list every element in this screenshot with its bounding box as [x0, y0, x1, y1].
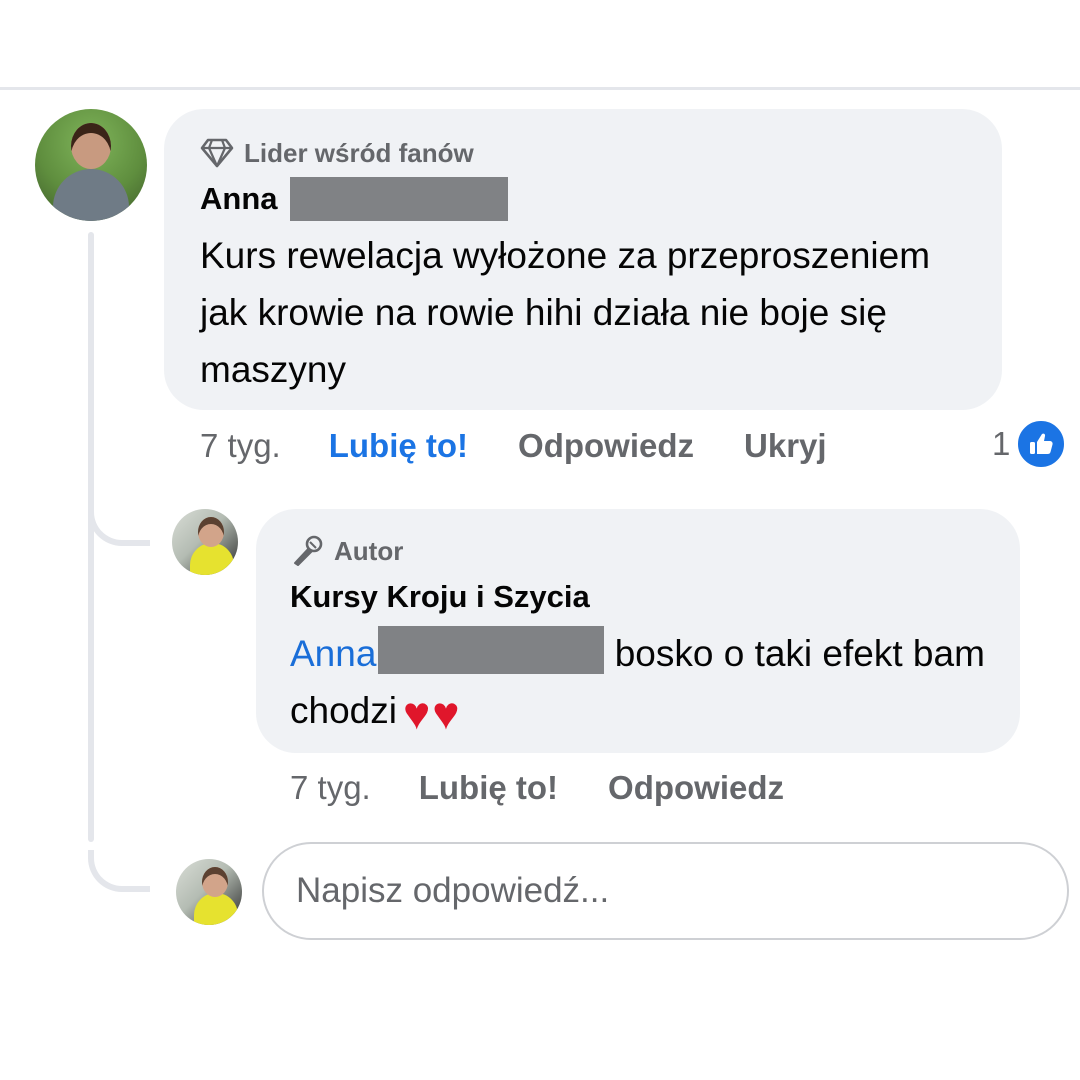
- reply-text: Anna bosko o taki efekt bam chodzi ♥♥: [290, 625, 986, 742]
- hide-button[interactable]: Ukryj: [744, 427, 827, 465]
- reaction-count: 1: [992, 425, 1011, 462]
- red-heart-icon: ♥: [432, 687, 460, 739]
- thread-connector-input: [88, 850, 150, 892]
- like-button[interactable]: Lubię to!: [329, 427, 468, 465]
- reply-reply-button[interactable]: Odpowiedz: [608, 769, 784, 807]
- mention-link[interactable]: Anna: [290, 633, 376, 674]
- avatar-head: [71, 123, 111, 169]
- red-heart-icon: ♥: [402, 687, 431, 739]
- fan-badge[interactable]: Lider wśród fanów: [200, 135, 966, 171]
- comment-timestamp[interactable]: 7 tyg.: [200, 427, 281, 465]
- thread-connector-reply: [88, 504, 150, 546]
- avatar-face: [198, 517, 224, 547]
- reply-actions: 7 tyg. Lubię to! Odpowiedz: [290, 766, 834, 810]
- comment-thread: Lider wśród fanów Anna Kurs rewelacja wy…: [0, 0, 1080, 1080]
- author-badge-label: Autor: [334, 535, 404, 566]
- reply-input[interactable]: [262, 842, 1069, 940]
- comment-text: Kurs rewelacja wyłożone za przeproszenie…: [200, 235, 931, 390]
- reply-like-button[interactable]: Lubię to!: [419, 769, 558, 807]
- avatar-scarf: [194, 893, 238, 925]
- comment-bubble: Lider wśród fanów Anna Kurs rewelacja wy…: [164, 109, 1002, 410]
- avatar-face: [202, 867, 228, 897]
- comment-author[interactable]: Anna: [200, 177, 966, 221]
- top-divider: [0, 87, 1080, 90]
- redacted-surname: [289, 177, 508, 221]
- avatar-anna[interactable]: [35, 109, 147, 221]
- avatar-current-user: [176, 859, 242, 925]
- fan-badge-label: Lider wśród fanów: [244, 137, 474, 168]
- reply-author[interactable]: Kursy Kroju i Szycia: [290, 577, 986, 617]
- redacted-mention-surname: [378, 626, 605, 674]
- author-badge[interactable]: Autor: [290, 533, 986, 569]
- reply-button[interactable]: Odpowiedz: [518, 427, 694, 465]
- thumbs-up-icon: [1016, 419, 1067, 469]
- thread-line: [88, 232, 94, 842]
- reply-author-name: Kursy Kroju i Szycia: [290, 579, 590, 614]
- reply-bubble: Autor Kursy Kroju i Szycia Anna bosko o …: [256, 509, 1020, 753]
- microphone-icon: [294, 535, 323, 566]
- avatar-page-author[interactable]: [172, 509, 238, 575]
- reply-timestamp[interactable]: 7 tyg.: [290, 769, 371, 807]
- avatar-scarf: [190, 543, 234, 575]
- avatar-body: [53, 169, 129, 221]
- diamond-icon: [200, 138, 234, 168]
- reaction-summary[interactable]: 1: [992, 419, 1067, 469]
- comment-actions: 7 tyg. Lubię to! Odpowiedz Ukryj: [200, 424, 877, 468]
- author-name: Anna: [200, 181, 278, 216]
